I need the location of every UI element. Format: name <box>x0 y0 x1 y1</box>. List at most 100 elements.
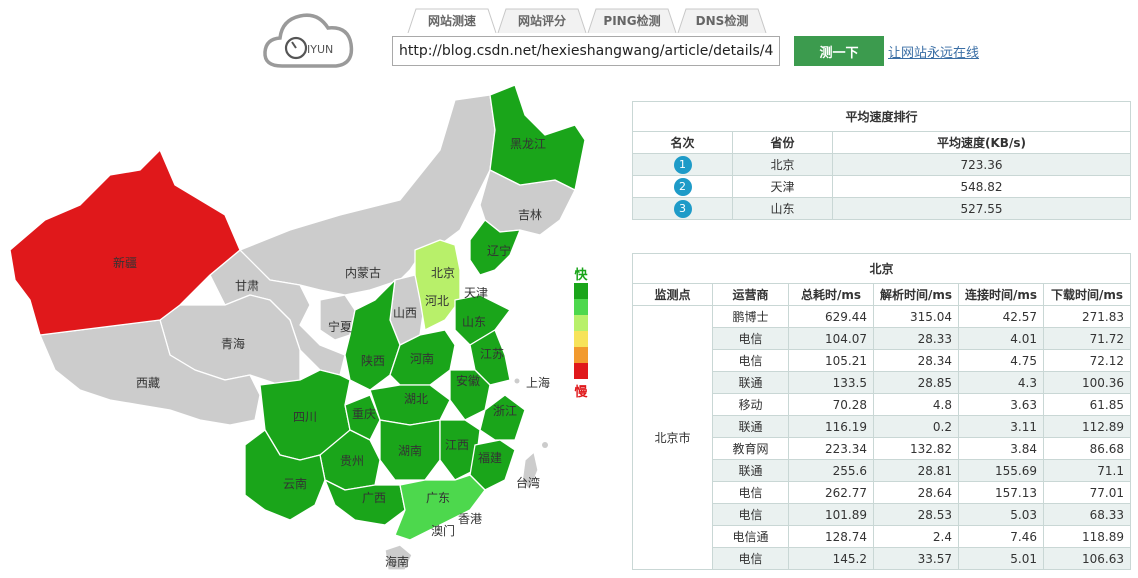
dns-cell: 2.4 <box>873 525 959 548</box>
label-tianjin: 天津 <box>464 286 488 300</box>
speed-cell: 548.82 <box>832 175 1131 198</box>
label-sichuan: 四川 <box>293 410 317 424</box>
col-isp: 运营商 <box>712 283 789 306</box>
isp-cell: 联通 <box>712 415 789 438</box>
conn-cell: 155.69 <box>958 459 1044 482</box>
label-zhejiang: 浙江 <box>493 404 517 418</box>
legend-swatch <box>574 299 588 315</box>
download-cell: 77.01 <box>1043 481 1131 504</box>
total-cell: 255.6 <box>788 459 874 482</box>
detail-row: 北京市 鹏博士 629.44 315.04 42.57 271.83 <box>632 305 1131 570</box>
conn-cell: 5.03 <box>958 503 1044 526</box>
rank-badge: 3 <box>673 199 692 218</box>
ranking-title: 平均速度排行 <box>632 101 1131 132</box>
label-shandong: 山东 <box>462 315 486 329</box>
total-cell: 128.74 <box>788 525 874 548</box>
tab-dns[interactable]: DNS检测 <box>672 8 772 33</box>
tab-speed-test[interactable]: 网站测速 <box>402 8 502 33</box>
conn-cell: 4.01 <box>958 327 1044 350</box>
label-fujian: 福建 <box>478 450 502 465</box>
dns-cell: 315.04 <box>873 305 959 328</box>
download-cell: 118.89 <box>1043 525 1131 548</box>
total-cell: 629.44 <box>788 305 874 328</box>
dns-cell: 28.33 <box>873 327 959 350</box>
conn-cell: 3.63 <box>958 393 1044 416</box>
keep-online-link[interactable]: 让网站永远在线 <box>888 42 979 61</box>
label-yunnan: 云南 <box>283 476 307 491</box>
dns-cell: 4.8 <box>873 393 959 416</box>
label-xianggang: 香港 <box>458 512 482 526</box>
legend-swatch <box>574 363 588 379</box>
total-cell: 105.21 <box>788 349 874 372</box>
isp-cell: 联通 <box>712 459 789 482</box>
china-speed-map: 新疆 西藏 青海 甘肃 内蒙古 黑龙江 吉林 辽宁 北京 天津 河北 山西 宁夏… <box>9 84 586 571</box>
dns-cell: 132.82 <box>873 437 959 460</box>
legend-swatch <box>574 347 588 363</box>
download-cell: 86.68 <box>1043 437 1131 460</box>
label-qinghai: 青海 <box>221 336 245 351</box>
monitor-location: 北京市 <box>632 305 713 570</box>
speed-legend: 快 慢 <box>571 264 591 400</box>
dns-cell: 33.57 <box>873 547 959 570</box>
isp-cell: 鹏博士 <box>712 305 789 328</box>
rank-badge: 2 <box>673 177 692 196</box>
conn-cell: 5.01 <box>958 547 1044 570</box>
label-xizang: 西藏 <box>136 376 160 390</box>
rank-badge: 1 <box>673 155 692 174</box>
total-cell: 116.19 <box>788 415 874 438</box>
col-province: 省份 <box>732 131 833 154</box>
url-input[interactable] <box>392 36 780 66</box>
total-cell: 104.07 <box>788 327 874 350</box>
legend-swatch <box>574 315 588 331</box>
col-rank: 名次 <box>632 131 733 154</box>
download-cell: 271.83 <box>1043 305 1131 328</box>
isp-cell: 教育网 <box>712 437 789 460</box>
download-cell: 61.85 <box>1043 393 1131 416</box>
conn-cell: 4.75 <box>958 349 1044 372</box>
rank-cell: 3 <box>632 197 733 220</box>
total-cell: 145.2 <box>788 547 874 570</box>
label-liaoning: 辽宁 <box>487 243 511 258</box>
tab-label: 网站评分 <box>517 14 566 28</box>
legend-swatch <box>574 283 588 299</box>
rank-cell: 2 <box>632 175 733 198</box>
label-shanxi: 山西 <box>393 306 417 320</box>
conn-cell: 42.57 <box>958 305 1044 328</box>
label-xinjiang: 新疆 <box>113 255 137 270</box>
col-speed: 平均速度(KB/s) <box>832 131 1131 154</box>
iyun-logo[interactable]: IYUN <box>262 6 356 72</box>
tab-site-score[interactable]: 网站评分 <box>492 8 592 33</box>
col-download: 下载时间/ms <box>1043 283 1131 306</box>
conn-cell: 3.11 <box>958 415 1044 438</box>
label-hebei: 河北 <box>425 294 449 308</box>
province-cell: 山东 <box>732 197 833 220</box>
label-shaanxi: 陕西 <box>361 353 385 368</box>
tab-ping[interactable]: PING检测 <box>582 8 682 33</box>
label-taiwan: 台湾 <box>516 475 540 490</box>
tab-label: PING检测 <box>603 14 661 28</box>
detail-title: 北京 <box>632 253 1131 284</box>
rank-cell: 1 <box>632 153 733 176</box>
conn-cell: 3.84 <box>958 437 1044 460</box>
download-cell: 71.72 <box>1043 327 1131 350</box>
download-cell: 100.36 <box>1043 371 1131 394</box>
label-hunan: 湖南 <box>398 443 422 458</box>
ranking-row: 3 山东 527.55 <box>632 197 1131 220</box>
label-jiangsu: 江苏 <box>480 347 504 361</box>
tab-label: 网站测速 <box>427 14 476 28</box>
col-dns: 解析时间/ms <box>873 283 959 306</box>
label-jiangxi: 江西 <box>445 438 469 452</box>
label-guangdong: 广东 <box>426 491 450 505</box>
conn-cell: 7.46 <box>958 525 1044 548</box>
download-cell: 68.33 <box>1043 503 1131 526</box>
download-cell: 112.89 <box>1043 415 1131 438</box>
label-gansu: 甘肃 <box>235 279 259 293</box>
test-button[interactable]: 测一下 <box>794 36 884 66</box>
label-ningxia: 宁夏 <box>328 319 352 334</box>
ranking-row: 2 天津 548.82 <box>632 175 1131 198</box>
col-total: 总耗时/ms <box>788 283 874 306</box>
label-aomen: 澳门 <box>431 523 455 538</box>
isp-cell: 电信 <box>712 481 789 504</box>
legend-slow: 慢 <box>574 385 588 400</box>
legend-fast: 快 <box>574 268 588 283</box>
